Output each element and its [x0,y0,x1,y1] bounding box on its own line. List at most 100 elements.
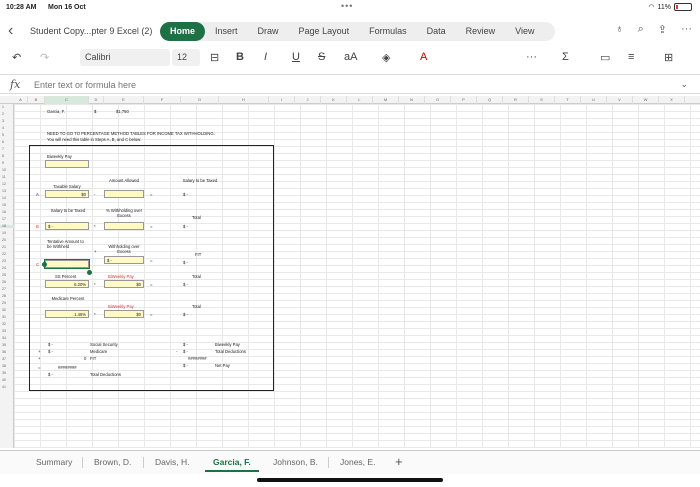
bold-button[interactable]: B [236,51,244,63]
font-size-change-button[interactable]: aA [344,51,357,63]
back-chevron-icon[interactable]: ‹ [8,22,13,40]
column-header[interactable]: J [295,96,321,104]
format-painter-icon[interactable]: ⊟ [210,51,219,64]
fit-value[interactable]: $ - [183,260,188,265]
italic-button[interactable]: I [264,51,267,63]
column-header[interactable]: K [321,96,347,104]
row-header[interactable]: 40 [0,378,14,382]
filter-icon[interactable]: ≡ [628,51,634,63]
tab-home[interactable]: Home [160,22,206,41]
column-header[interactable]: L [347,96,373,104]
sheet-tab-brown[interactable]: Brown, D. [94,457,131,467]
table-icon[interactable]: ⊞ [664,51,673,64]
column-header[interactable]: E [104,96,144,104]
column-header[interactable]: X [659,96,685,104]
biweekly-pay-medicare-cell[interactable]: $0 [104,310,144,318]
tab-page-layout[interactable]: Page Layout [289,22,360,41]
underline-button[interactable]: U [292,51,300,63]
total-deductions-sum-value[interactable]: $ - [183,349,188,354]
formula-input[interactable] [34,78,634,92]
row-header[interactable]: 25 [0,273,14,277]
add-sheet-icon[interactable]: + [395,454,403,469]
share-icon[interactable]: ⇪ [658,23,667,36]
tab-data[interactable]: Data [417,22,456,41]
multitask-dots-icon[interactable]: ••• [341,1,353,11]
medicare-summary-value[interactable]: $ - [48,349,53,354]
header-amount[interactable]: $1,750 [116,109,129,114]
column-header[interactable]: T [555,96,581,104]
row-header[interactable]: 24 [0,266,14,270]
spreadsheet-grid[interactable]: A B C D E F G H I J K L M N O P Q R S T … [0,96,700,448]
column-header[interactable]: O [425,96,451,104]
chevron-down-icon[interactable]: ⌄ [680,79,688,90]
column-header[interactable]: P [451,96,477,104]
more-icon[interactable]: ··· [681,23,692,36]
row-header[interactable]: 27 [0,287,14,291]
column-header[interactable]: C [45,96,89,104]
tab-view[interactable]: View [505,22,544,41]
lightbulb-icon[interactable]: ♁ [615,23,623,36]
hashes-value[interactable]: ######## [58,365,77,370]
row-header[interactable]: 3 [0,119,14,123]
employee-name[interactable]: Garcia, F. [47,109,65,114]
row-header[interactable]: 30 [0,308,14,312]
row-header[interactable]: 17 [0,217,14,221]
sheet-tab-johnson[interactable]: Johnson, B. [273,457,318,467]
column-header[interactable]: D [89,96,104,104]
font-size-box[interactable]: 12 [172,49,200,66]
strikethrough-button[interactable]: S [318,51,325,63]
ss-summary-value[interactable]: $ - [48,342,53,347]
salary-to-be-taxed-value[interactable]: $ - [183,192,188,197]
row-header[interactable]: 39 [0,371,14,375]
row-header[interactable]: 23 [0,259,14,263]
comment-icon[interactable]: ▭ [600,51,610,64]
row-header[interactable]: 22 [0,252,14,256]
column-header[interactable]: U [581,96,607,104]
row-header[interactable]: 9 [0,161,14,165]
sheet-tab-garcia[interactable]: Garcia, F. [213,457,251,467]
column-header[interactable]: H [219,96,269,104]
row-header[interactable]: 2 [0,112,14,116]
sheet-tab-jones[interactable]: Jones, E. [340,457,375,467]
row-header[interactable]: 18 [0,224,14,228]
row-header[interactable]: 7 [0,147,14,151]
row-header[interactable]: 33 [0,329,14,333]
column-header[interactable]: N [399,96,425,104]
row-header[interactable]: 26 [0,280,14,284]
pct-withholding-cell[interactable] [104,222,144,230]
total-value[interactable]: $ - [183,224,188,229]
row-header[interactable]: 36 [0,350,14,354]
fill-color-icon[interactable]: ◈ [382,51,390,64]
fit-summary-value[interactable]: 0 [84,356,86,361]
row-header[interactable]: 10 [0,168,14,172]
withholding-over-excess-cell[interactable]: $ - [104,256,144,264]
medicare-total-value[interactable]: $ - [183,312,188,317]
column-header[interactable]: A [14,96,28,104]
tab-draw[interactable]: Draw [248,22,289,41]
biweekly-pay-sum-value[interactable]: $ - [183,342,188,347]
biweekly-pay-cell[interactable] [45,160,89,168]
row-header[interactable]: 15 [0,203,14,207]
row-header[interactable]: 12 [0,182,14,186]
row-header[interactable]: 19 [0,231,14,235]
row-header[interactable]: 37 [0,357,14,361]
redo-icon[interactable]: ↷ [40,51,49,64]
medicare-percent-cell[interactable]: 1.45% [45,310,89,318]
row-header[interactable]: 31 [0,315,14,319]
amount-allowed-cell[interactable] [104,190,144,198]
row-header[interactable]: 21 [0,245,14,249]
total-deductions-value[interactable]: $ - [48,372,53,377]
row-header[interactable]: 28 [0,294,14,298]
search-icon[interactable]: ⌕ [638,23,644,36]
sheet-tab-davis[interactable]: Davis, H. [155,457,189,467]
row-header[interactable]: 8 [0,154,14,158]
row-header[interactable]: 20 [0,238,14,242]
biweekly-pay-ss-cell[interactable]: $0 [104,280,144,288]
selected-cell-outline[interactable] [44,259,90,269]
font-name-box[interactable]: Calibri [80,49,170,66]
ss-total-value[interactable]: $ - [183,282,188,287]
row-header[interactable]: 29 [0,301,14,305]
salary-to-be-taxed-cell[interactable]: $ - [45,222,89,230]
row-header[interactable]: 11 [0,175,14,179]
column-header[interactable]: F [144,96,181,104]
